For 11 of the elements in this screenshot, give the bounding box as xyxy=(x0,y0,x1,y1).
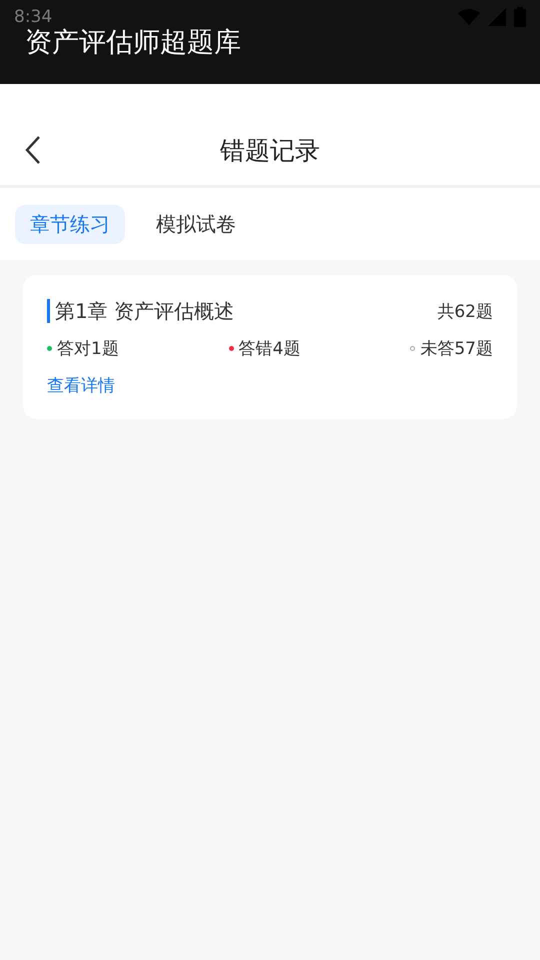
chapter-title: 第1章 资产评估概述 xyxy=(47,299,234,323)
stat-label: 答错4题 xyxy=(238,338,300,360)
stat-label: 答对1题 xyxy=(57,338,119,360)
page-title: 错题记录 xyxy=(220,135,320,167)
status-time: 8:34 xyxy=(14,7,52,27)
tab[interactable]: 章节练习 xyxy=(15,204,125,244)
stat-label: 未答57题 xyxy=(420,338,493,360)
tab[interactable]: 模拟试卷 xyxy=(141,204,251,244)
app-title: 资产评估师超题库 xyxy=(25,26,241,60)
details-link[interactable]: 查看详情 xyxy=(47,374,115,397)
question-total: 共62题 xyxy=(437,300,493,322)
